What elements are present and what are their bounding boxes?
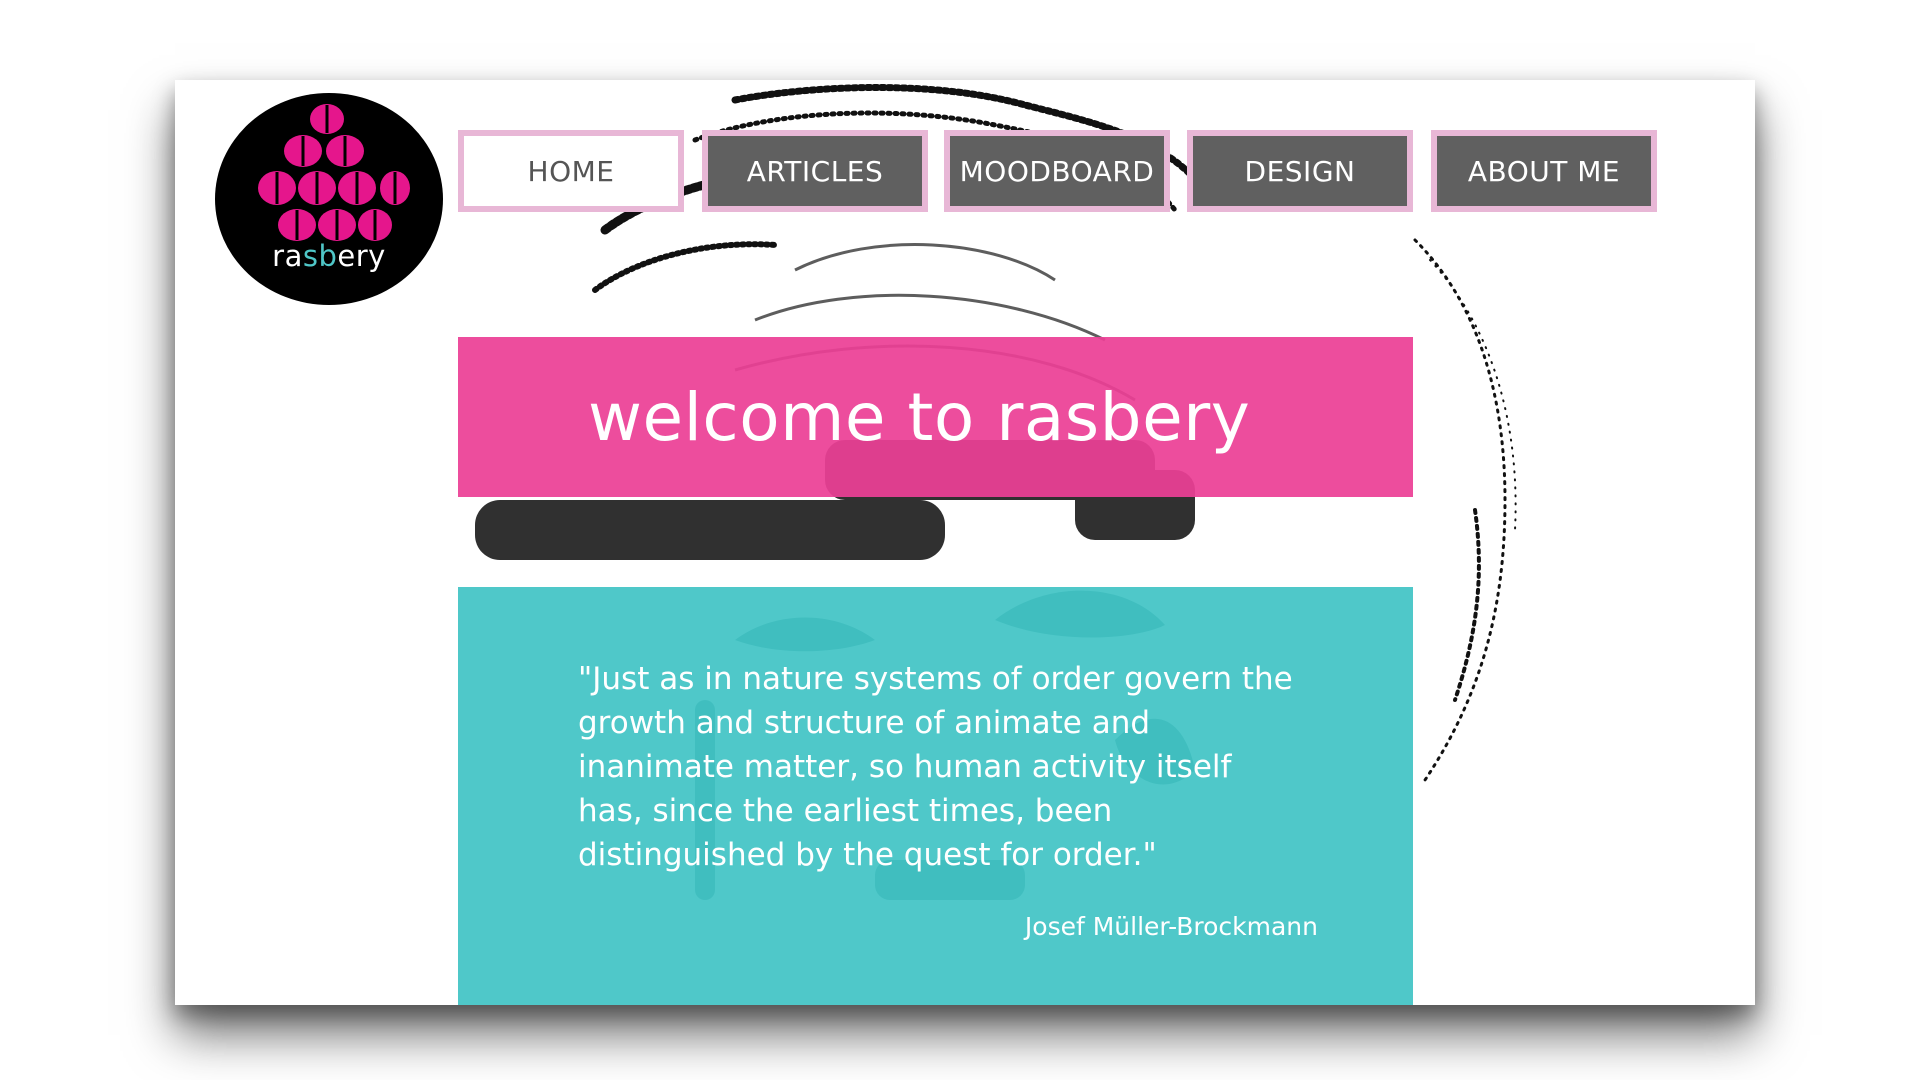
nav-about-label: ABOUT ME (1437, 136, 1651, 206)
nav-moodboard-button[interactable]: MOODBOARD (944, 130, 1170, 212)
raspberry-icon (258, 104, 410, 241)
nav-articles-label: ARTICLES (708, 136, 922, 206)
quote-author: Josef Müller-Brockmann (1024, 912, 1318, 941)
nav-about-button[interactable]: ABOUT ME (1431, 130, 1657, 212)
rasbery-logo[interactable]: rasbery (215, 93, 443, 305)
nav-design-button[interactable]: DESIGN (1187, 130, 1413, 212)
welcome-banner: welcome to rasbery (458, 337, 1413, 497)
nav-articles-button[interactable]: ARTICLES (702, 130, 928, 212)
logo-word-accent: sb (302, 239, 338, 273)
screenshot-stage: rasbery HOME ARTICLES MOODBOARD DESIGN A… (0, 0, 1920, 1080)
quote-text: "Just as in nature systems of order gove… (578, 661, 1293, 873)
nav-design-label: DESIGN (1193, 136, 1407, 206)
logo-wordmark: rasbery (215, 239, 443, 273)
welcome-title: welcome to rasbery (588, 378, 1251, 456)
quote-panel: "Just as in nature systems of order gove… (458, 587, 1413, 1005)
web-page: rasbery HOME ARTICLES MOODBOARD DESIGN A… (175, 80, 1755, 1005)
logo-word-end: ery (337, 239, 386, 273)
nav-moodboard-label: MOODBOARD (950, 136, 1164, 206)
logo-word-start: ra (272, 239, 303, 273)
nav-home-button[interactable]: HOME (458, 130, 684, 212)
nav-home-label: HOME (464, 136, 678, 206)
